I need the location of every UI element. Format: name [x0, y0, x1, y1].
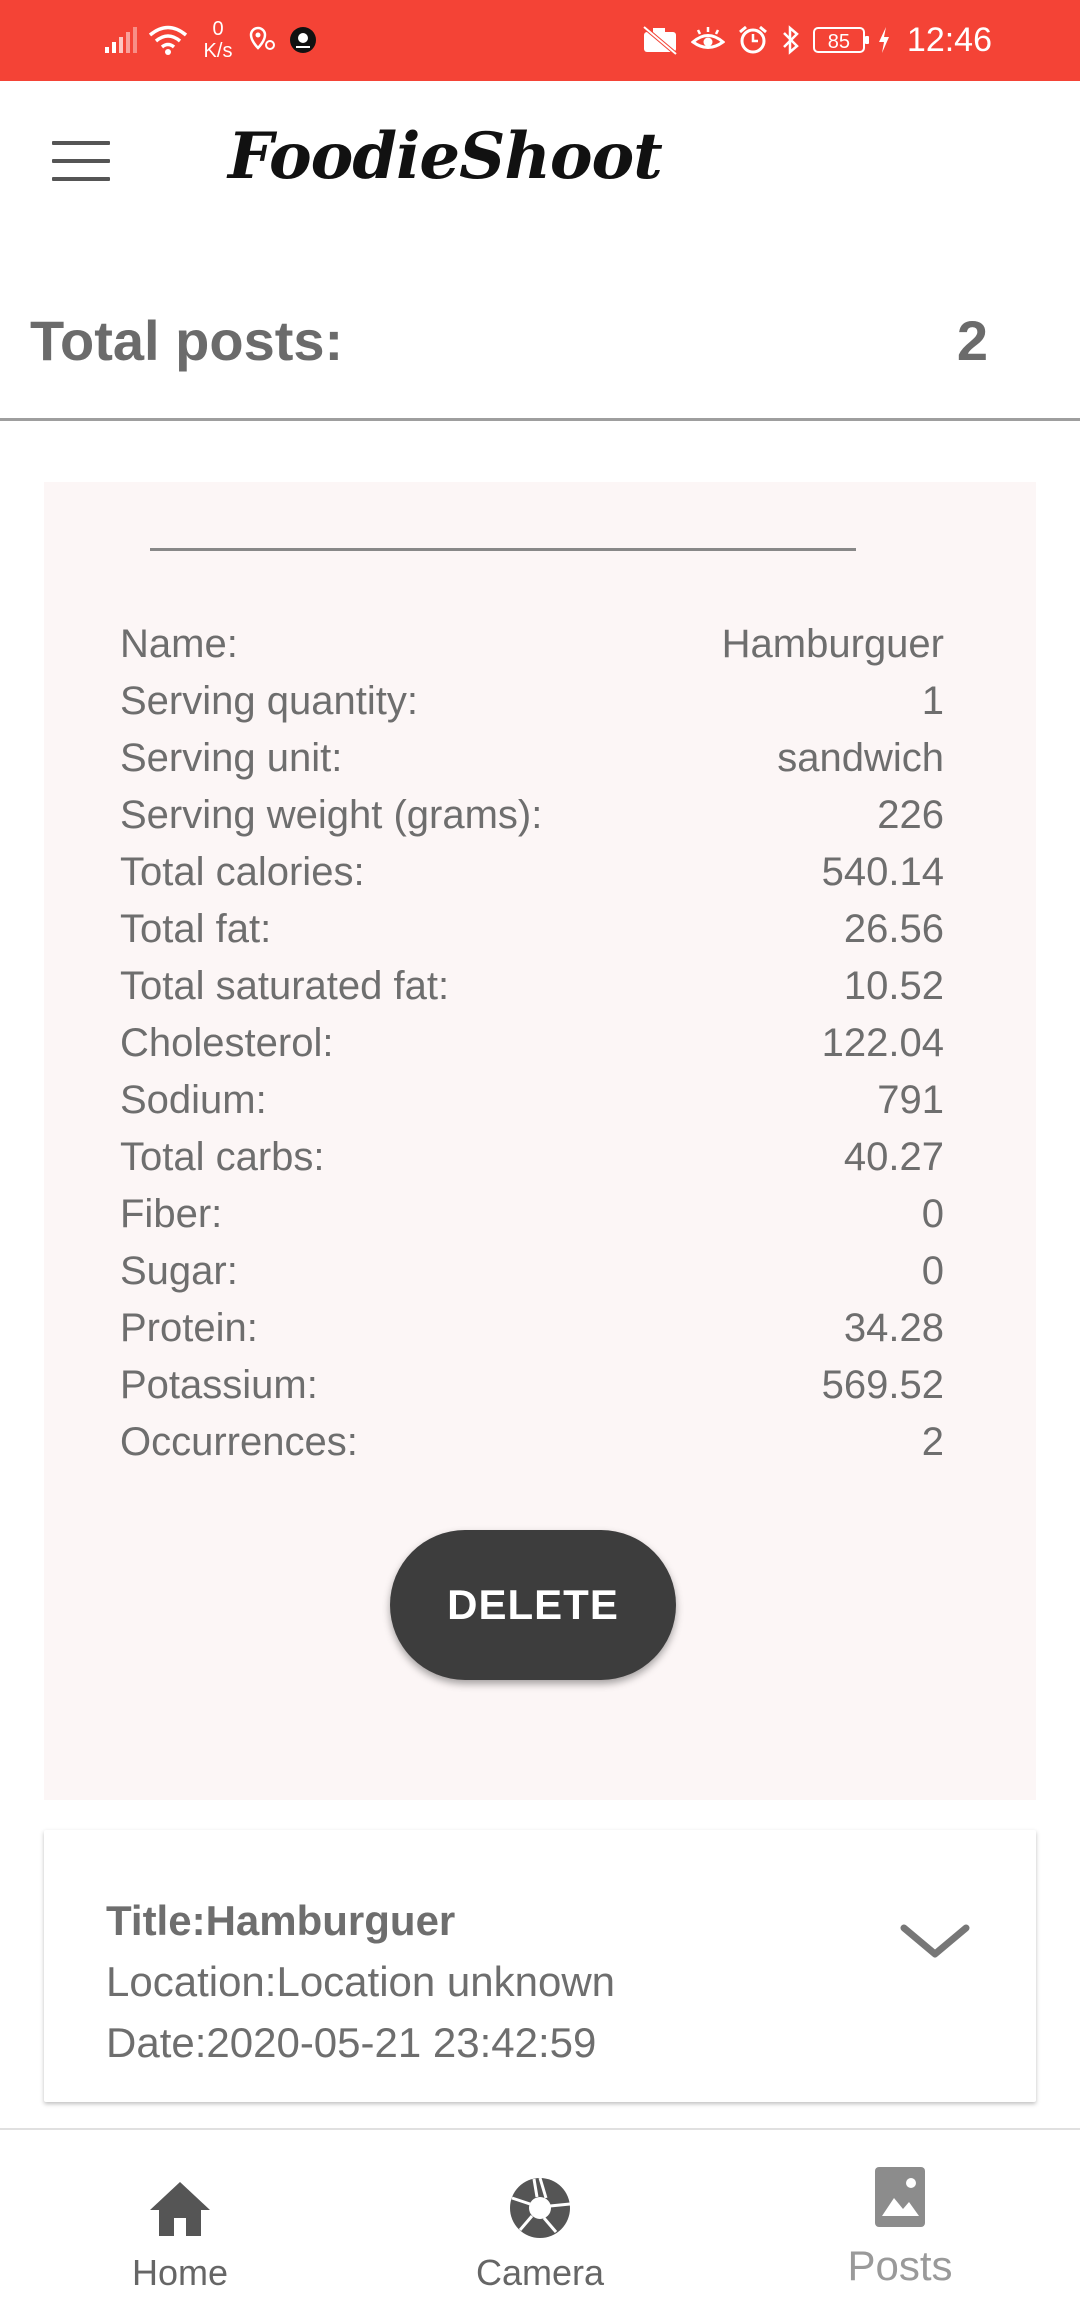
camera-off-icon — [642, 25, 678, 56]
nutrition-value: 1 — [921, 679, 944, 723]
nutrition-row-name: Name: Hamburguer — [120, 616, 944, 673]
nutrition-row-total-calories: Total calories: 540.14 — [120, 844, 944, 901]
nutrition-label: Serving quantity: — [120, 679, 418, 723]
nutrition-row-serving-quantity: Serving quantity: 1 — [120, 673, 944, 730]
nutrition-label: Occurrences: — [120, 1420, 358, 1464]
nutrition-value: 540.14 — [821, 850, 944, 894]
total-posts-row: Total posts: 2 — [0, 260, 1080, 421]
nutrition-label: Total calories: — [120, 850, 365, 894]
post-card[interactable]: Title:Hamburguer Location:Location unkno… — [44, 1830, 1036, 2102]
app-bar: FoodieShoot — [0, 81, 1080, 245]
detail-divider — [150, 548, 856, 551]
nutrition-row-sodium: Sodium: 791 — [120, 1072, 944, 1129]
nutrition-label: Sugar: — [120, 1249, 238, 1293]
eye-comfort-icon — [690, 27, 725, 49]
nutrition-value: 10.52 — [843, 964, 944, 1008]
nutrition-value: 122.04 — [821, 1021, 944, 1065]
post-date: Date:2020-05-21 23:42:59 — [106, 2019, 597, 2066]
nutrition-label: Total carbs: — [120, 1135, 325, 1179]
post-info: Title:Hamburguer Location:Location unkno… — [106, 1890, 615, 2073]
nav-camera[interactable]: Camera — [360, 2130, 720, 2314]
nav-home[interactable]: Home — [0, 2130, 360, 2314]
nutrition-label: Potassium: — [120, 1363, 318, 1407]
nutrition-row-protein: Protein: 34.28 — [120, 1300, 944, 1357]
nutrition-label: Name: — [120, 622, 238, 666]
nutrition-list: Name: Hamburguer Serving quantity: 1 Servi… — [120, 616, 944, 1471]
alarm-icon — [738, 25, 767, 54]
nutrition-row-potassium: Potassium: 569.52 — [120, 1357, 944, 1414]
nutrition-row-sugar: Sugar: 0 — [120, 1243, 944, 1300]
network-speed-value: 0 — [212, 18, 224, 40]
home-icon — [150, 2182, 210, 2236]
delete-button[interactable]: DELETE — [390, 1530, 676, 1680]
camera-shutter-icon — [510, 2177, 571, 2238]
status-bar: 0 K/s 85 12:46 — [0, 0, 1080, 81]
chevron-down-icon[interactable] — [900, 1922, 970, 1962]
nutrition-row-serving-unit: Serving unit: sandwich — [120, 730, 944, 787]
charging-icon — [878, 27, 889, 53]
nutrition-value: sandwich — [777, 736, 944, 780]
nutrition-label: Protein: — [120, 1306, 258, 1350]
status-left-icons: 0 K/s — [104, 14, 318, 66]
nutrition-label: Serving unit: — [120, 736, 343, 780]
post-title: Title:Hamburguer — [106, 1897, 456, 1944]
wifi-icon — [148, 25, 188, 55]
nutrition-label: Serving weight (grams): — [120, 793, 543, 837]
app-notification-icon — [290, 27, 316, 53]
app-logo: FoodieShoot — [228, 119, 663, 194]
nutrition-value: 2 — [921, 1420, 944, 1464]
nutrition-row-occurrences: Occurrences: 2 — [120, 1414, 944, 1471]
nutrition-row-saturated-fat: Total saturated fat: 10.52 — [120, 958, 944, 1015]
total-posts-label: Total posts: — [30, 309, 344, 372]
nutrition-label: Sodium: — [120, 1078, 267, 1122]
total-posts-count: 2 — [956, 309, 988, 372]
nutrition-row-total-fat: Total fat: 26.56 — [120, 901, 944, 958]
nutrition-value: 0 — [921, 1192, 944, 1236]
hamburger-menu-icon[interactable] — [52, 141, 110, 181]
image-icon — [875, 2167, 925, 2227]
nutrition-value: 40.27 — [843, 1135, 944, 1179]
nutrition-row-fiber: Fiber: 0 — [120, 1186, 944, 1243]
nutrition-value: 226 — [877, 793, 944, 837]
nutrition-value: 26.56 — [843, 907, 944, 951]
nutrition-label: Cholesterol: — [120, 1021, 334, 1065]
nutrition-value: 569.52 — [821, 1363, 944, 1407]
nutrition-label: Total saturated fat: — [120, 964, 450, 1008]
post-detail-card: Name: Hamburguer Serving quantity: 1 Servi… — [44, 482, 1036, 1800]
bluetooth-icon — [783, 25, 799, 55]
nutrition-value: 34.28 — [843, 1306, 944, 1350]
nav-home-label: Home — [131, 2252, 229, 2293]
nav-camera-label: Camera — [475, 2252, 605, 2293]
signal-icon — [105, 27, 137, 53]
network-speed: 0 K/s — [198, 18, 238, 62]
nav-posts-label: Posts — [847, 2242, 953, 2289]
bottom-navigation: Home Camera Posts — [0, 2128, 1080, 2314]
nutrition-value: 0 — [921, 1249, 944, 1293]
post-location: Location:Location unknown — [106, 1958, 616, 2005]
nutrition-row-serving-weight: Serving weight (grams): 226 — [120, 787, 944, 844]
nutrition-row-cholesterol: Cholesterol: 122.04 — [120, 1015, 944, 1072]
nutrition-value: 791 — [877, 1078, 944, 1122]
location-pin-icon — [249, 26, 275, 50]
nutrition-row-total-carbs: Total carbs: 40.27 — [120, 1129, 944, 1186]
nutrition-label: Total fat: — [120, 907, 272, 951]
nutrition-value: Hamburguer — [721, 622, 944, 666]
network-speed-unit: K/s — [203, 40, 233, 62]
nav-posts[interactable]: Posts — [720, 2130, 1080, 2314]
status-time: 12:46 — [906, 20, 992, 59]
nutrition-label: Fiber: — [120, 1192, 223, 1236]
status-right-icons: 85 12:46 — [641, 14, 992, 66]
battery-indicator: 85 — [812, 27, 869, 53]
